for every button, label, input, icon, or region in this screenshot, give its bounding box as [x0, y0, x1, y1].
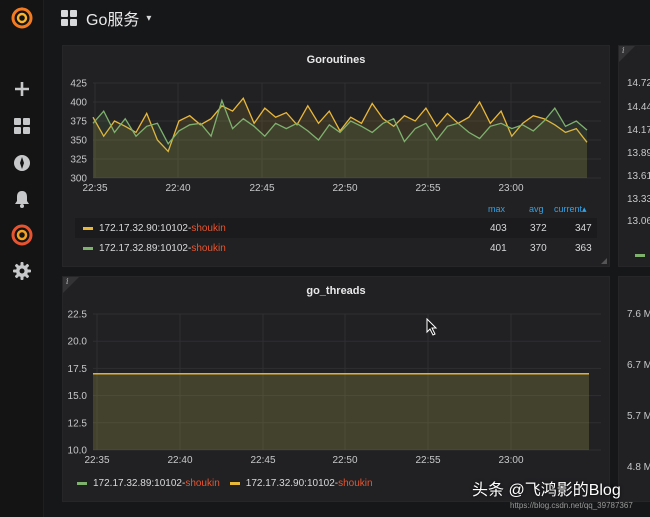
y-tick: 6.7 M [627, 360, 650, 371]
mouse-cursor-icon [426, 318, 438, 336]
goroutines-graph: 30032535037540042522:35 22:40 22:45 22:50 22… [70, 79, 601, 194]
y-tick: 14.44 [627, 102, 650, 113]
legend-value-avg: 370 [530, 243, 547, 254]
y-tick: 5.7 M [627, 411, 650, 422]
dashboards-grid-icon[interactable] [7, 111, 37, 141]
info-icon: i [622, 46, 625, 55]
series-area [93, 373, 589, 450]
x-tick-label: 22:50 [332, 455, 357, 466]
y-tick-label: 425 [70, 79, 87, 90]
go-threads-graph: 10.012.515.017.520.022.522:35 22:40 22:45 2… [68, 310, 601, 466]
dashboard-title[interactable]: Go服务 [86, 6, 139, 30]
series-swatch [83, 226, 93, 230]
series-label-obscured: shoukin [191, 222, 226, 234]
series-label: 172.17.32.89:10102- [93, 478, 186, 489]
legend-row[interactable]: 172.17.32.89:10102- shoukin [75, 238, 597, 258]
topbar: Go服务 ▾ [44, 0, 650, 36]
y-tick-label: 20.0 [68, 337, 88, 348]
resize-handle[interactable] [601, 258, 607, 264]
y-tick: 13.33 [627, 194, 650, 205]
go-threads-legend: 172.17.32.89:10102- shoukin 172.17.32.90:… [77, 478, 383, 489]
y-tick: 13.89 [627, 148, 650, 159]
plus-icon[interactable] [7, 74, 37, 104]
y-tick-label: 400 [70, 98, 87, 109]
y-tick-label: 350 [70, 136, 87, 147]
legend-value-max: 403 [490, 223, 507, 234]
legend-value-current: 347 [575, 223, 592, 234]
legend-value-current: 363 [575, 243, 592, 254]
y-tick: 7.6 M [627, 309, 650, 320]
sidebar [0, 0, 44, 517]
dashboard-grid-icon [61, 10, 77, 26]
x-tick-label: 22:40 [167, 455, 192, 466]
x-tick-label: 22:45 [250, 455, 275, 466]
legend-row[interactable]: 172.17.32.90:10102- shoukin [75, 218, 597, 238]
series-label-obscured: shoukin [338, 478, 373, 489]
y-tick-label: 17.5 [68, 364, 88, 375]
go-threads-panel: i go_threads 10.0 12.5 15.0 17.5 20.0 22.5 22:… [62, 276, 610, 502]
right-bottom-panel: 7.6 M 6.7 M 5.7 M 4.8 M [618, 276, 650, 502]
series-label: 172.17.32.90:10102- [245, 478, 339, 489]
x-tick-label: 22:50 [332, 183, 357, 194]
legend-value-max: 401 [490, 243, 507, 254]
legend-header-avg[interactable]: avg [529, 204, 544, 214]
plugins-icon[interactable] [7, 220, 37, 250]
y-tick: 13.61 [627, 171, 650, 182]
y-tick: 14.72 [627, 78, 650, 89]
legend-item[interactable]: 172.17.32.90:10102- shoukin [229, 478, 373, 489]
x-tick-label: 23:00 [498, 183, 523, 194]
y-tick-label: 375 [70, 117, 87, 128]
x-tick-label: 22:40 [165, 183, 190, 194]
x-tick-label: 22:35 [84, 455, 109, 466]
series-swatch [77, 482, 87, 485]
x-tick-label: 22:45 [249, 183, 274, 194]
legend-header-current[interactable]: current▴ [554, 204, 587, 215]
legend-item[interactable]: 172.17.32.89:10102- shoukin [77, 478, 220, 489]
x-tick-label: 22:55 [415, 455, 440, 466]
grafana-logo-icon[interactable] [7, 3, 37, 33]
y-tick-label: 325 [70, 155, 87, 166]
y-tick: 4.8 M [627, 462, 650, 473]
series-swatch [635, 254, 645, 257]
right-top-panel: i 14.72 14.44 14.17 13.89 13.61 13.33 13… [618, 45, 650, 267]
legend-header-max[interactable]: max [488, 204, 505, 214]
series-label: 172.17.32.89:10102- [99, 242, 192, 254]
x-tick-label: 22:55 [415, 183, 440, 194]
series-area [93, 100, 587, 178]
y-tick: 13.06 [627, 216, 650, 227]
compass-icon[interactable] [7, 148, 37, 178]
x-tick-label: 22:35 [82, 183, 107, 194]
chevron-down-icon[interactable]: ▾ [146, 13, 151, 24]
watermark-url: https://blog.csdn.net/qq_39787367 [510, 501, 633, 510]
gear-icon[interactable] [7, 256, 37, 286]
y-tick-label: 15.0 [68, 391, 88, 402]
panel-title[interactable]: Goroutines [63, 54, 609, 66]
bell-icon[interactable] [7, 184, 37, 214]
series-swatch [229, 482, 240, 485]
series-label-obscured: shoukin [191, 242, 226, 254]
y-tick: 14.17 [627, 125, 650, 136]
series-label-obscured: shoukin [185, 478, 220, 489]
x-tick-label: 23:00 [498, 455, 523, 466]
series-label: 172.17.32.90:10102- [99, 222, 192, 234]
panel-title[interactable]: go_threads [63, 285, 609, 297]
y-tick-label: 22.5 [68, 310, 88, 321]
legend-value-avg: 372 [530, 223, 547, 234]
watermark: 头条 @飞鸿影的Blog [472, 482, 621, 499]
series-swatch [83, 246, 93, 250]
y-tick-label: 12.5 [68, 418, 88, 429]
goroutines-panel: Goroutines 300 325 350 375 400 425 22:35 22:40 2… [62, 45, 610, 267]
